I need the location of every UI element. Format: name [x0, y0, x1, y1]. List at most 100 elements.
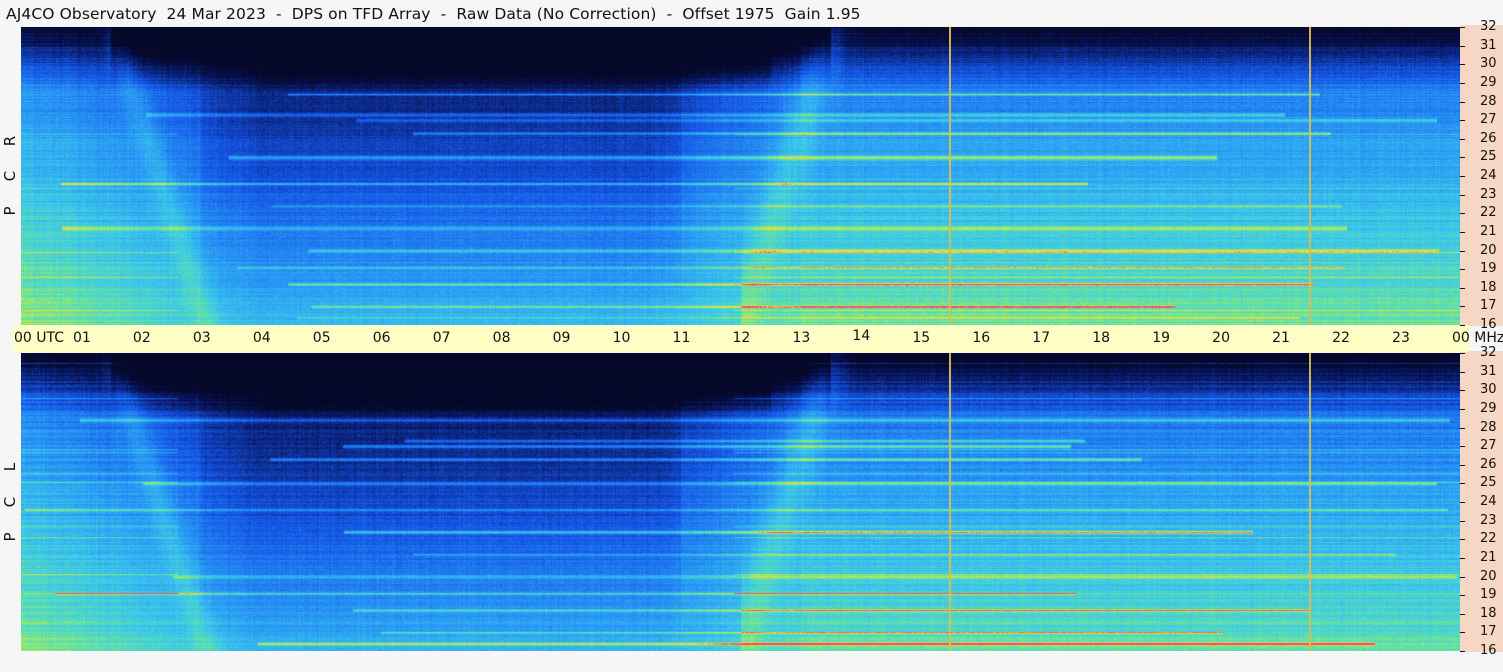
- frequency-tick: [1460, 232, 1465, 233]
- utc-label: 18: [1092, 330, 1111, 346]
- frequency-label: 22: [1480, 531, 1497, 546]
- utc-label: 08: [492, 330, 511, 346]
- frequency-label: 20: [1480, 243, 1497, 258]
- frequency-tick: [1460, 353, 1465, 354]
- frequency-tick: [1460, 521, 1465, 522]
- frequency-tick: [1460, 102, 1465, 103]
- utc-label: 22: [1332, 330, 1350, 346]
- frequency-label: 23: [1480, 187, 1497, 202]
- utc-label: 21: [1272, 330, 1290, 346]
- frequency-tick: [1460, 46, 1465, 47]
- frequency-tick: [1460, 632, 1465, 633]
- frequency-tick: [1460, 372, 1465, 373]
- frequency-tick: [1460, 539, 1465, 540]
- utc-label: 12: [732, 330, 751, 346]
- frequency-label: 21: [1480, 224, 1497, 239]
- utc-label: 09: [552, 330, 571, 346]
- time-marker-line: [949, 27, 951, 325]
- spectrogram-rcp-canvas: [21, 27, 1460, 325]
- frequency-label: 17: [1480, 624, 1497, 639]
- frequency-label: 22: [1480, 205, 1497, 220]
- frequency-tick: [1460, 120, 1465, 121]
- frequency-label: 19: [1480, 587, 1497, 602]
- frequency-tick: [1460, 483, 1465, 484]
- utc-label: 07: [432, 330, 451, 346]
- frequency-label: 27: [1480, 112, 1497, 127]
- utc-label: 16: [972, 330, 991, 346]
- frequency-tick: [1460, 577, 1465, 578]
- frequency-label: 18: [1480, 280, 1497, 295]
- frequency-label: 32: [1480, 19, 1497, 34]
- frequency-label: 30: [1480, 56, 1497, 71]
- frequency-label: 26: [1480, 457, 1497, 472]
- utc-label: 10: [612, 330, 631, 346]
- frequency-label: 31: [1480, 38, 1497, 53]
- frequency-tick: [1460, 502, 1465, 503]
- frequency-label: 24: [1480, 168, 1497, 183]
- frequency-label: 16: [1480, 643, 1497, 658]
- polarization-letter: P: [1, 206, 19, 216]
- utc-label: 13: [792, 330, 811, 346]
- time-marker-line: [949, 353, 951, 651]
- utc-label: 01: [72, 330, 91, 346]
- frequency-label: 23: [1480, 513, 1497, 528]
- utc-label: 20: [1212, 330, 1230, 346]
- frequency-tick: [1460, 269, 1465, 270]
- spectrogram-lcp: [21, 353, 1460, 651]
- utc-label: 03: [192, 330, 211, 346]
- spectrogram-rcp: [21, 27, 1460, 325]
- frequency-tick: [1460, 595, 1465, 596]
- utc-label: 19: [1152, 330, 1171, 346]
- utc-label: 17: [1032, 330, 1051, 346]
- frequency-tick: [1460, 390, 1465, 391]
- spectrogram-lcp-canvas: [21, 353, 1460, 651]
- frequency-label: 27: [1480, 438, 1497, 453]
- frequency-label: 16: [1480, 317, 1497, 332]
- frequency-tick: [1460, 306, 1465, 307]
- frequency-label: 25: [1480, 149, 1497, 164]
- polarization-letter: C: [1, 496, 19, 508]
- frequency-label: 26: [1480, 131, 1497, 146]
- frequency-tick: [1460, 195, 1465, 196]
- utc-label: 05: [312, 330, 331, 346]
- frequency-tick: [1460, 139, 1465, 140]
- utc-label-start: 00 UTC: [14, 330, 65, 346]
- frequency-tick: [1460, 325, 1465, 326]
- frequency-tick: [1460, 558, 1465, 559]
- frequency-tick: [1460, 428, 1465, 429]
- utc-label: 04: [252, 330, 271, 346]
- frequency-tick: [1460, 64, 1465, 65]
- utc-label: 14: [852, 328, 871, 344]
- frequency-tick: [1460, 288, 1465, 289]
- frequency-label: 30: [1480, 382, 1497, 397]
- frequency-label: 28: [1480, 420, 1497, 435]
- frequency-tick: [1460, 651, 1465, 652]
- frequency-tick: [1460, 27, 1465, 28]
- frequency-tick: [1460, 465, 1465, 466]
- frequency-label: 28: [1480, 94, 1497, 109]
- polarization-letter: R: [1, 135, 19, 147]
- frequency-tick: [1460, 176, 1465, 177]
- frequency-label: 18: [1480, 606, 1497, 621]
- time-marker-line: [1309, 27, 1311, 325]
- utc-label: 23: [1392, 330, 1410, 346]
- frequency-label: 29: [1480, 401, 1497, 416]
- frequency-label: 24: [1480, 494, 1497, 509]
- polarization-letter: L: [1, 462, 19, 472]
- utc-label: 11: [672, 330, 691, 346]
- time-marker-line: [1309, 353, 1311, 651]
- frequency-tick: [1460, 157, 1465, 158]
- frequency-label: 25: [1480, 475, 1497, 490]
- polarization-letter: C: [1, 170, 19, 182]
- frequency-label: 32: [1480, 345, 1497, 360]
- utc-label: 06: [372, 330, 391, 346]
- frequency-label: 31: [1480, 364, 1497, 379]
- utc-label: 15: [912, 330, 931, 346]
- polarization-letter: P: [1, 532, 19, 542]
- frequency-label: 19: [1480, 261, 1497, 276]
- frequency-label: 17: [1480, 298, 1497, 313]
- utc-label: 02: [132, 330, 151, 346]
- frequency-tick: [1460, 213, 1465, 214]
- frequency-tick: [1460, 83, 1465, 84]
- frequency-tick: [1460, 409, 1465, 410]
